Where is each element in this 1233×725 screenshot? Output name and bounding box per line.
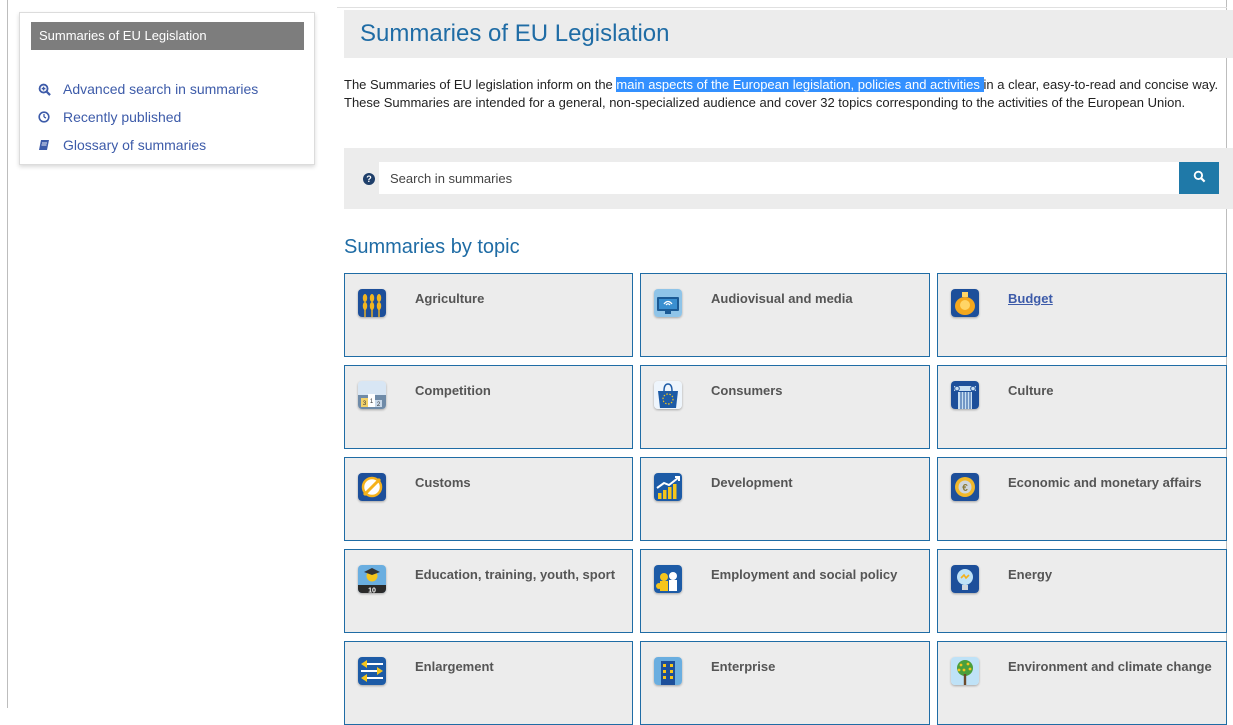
sidebar-item-label[interactable]: Glossary of summaries [63, 137, 206, 153]
intro-text: The Summaries of EU legislation inform o… [344, 77, 617, 92]
energy-icon [951, 565, 979, 593]
sidebar-item-glossary[interactable]: Glossary of summaries [37, 131, 258, 159]
window-top-border [337, 7, 1227, 8]
sidebar-list: Advanced search in summaries Recently pu… [37, 75, 258, 159]
clock-icon [37, 110, 51, 124]
section-title: Summaries by topic [344, 236, 520, 258]
zoom-in-icon [37, 82, 51, 96]
topic-grid: Agriculture Audiovisual and media Budget… [344, 273, 1227, 725]
topic-label[interactable]: Enlargement [415, 659, 494, 674]
competition-icon: 312 [358, 381, 386, 409]
topic-label[interactable]: Economic and monetary affairs [1008, 475, 1202, 490]
sidebar-item-label[interactable]: Advanced search in summaries [63, 81, 258, 97]
topic-tile-agriculture[interactable]: Agriculture [344, 273, 633, 357]
topic-tile-education[interactable]: 10 Education, training, youth, sport [344, 549, 633, 633]
topic-label[interactable]: Competition [415, 383, 491, 398]
topic-label[interactable]: Energy [1008, 567, 1052, 582]
sidebar-item-recently-published[interactable]: Recently published [37, 103, 258, 131]
topic-tile-development[interactable]: Development [640, 457, 930, 541]
topic-label[interactable]: Agriculture [415, 291, 484, 306]
sidebar-header: Summaries of EU Legislation [31, 22, 304, 50]
topic-tile-audiovisual[interactable]: Audiovisual and media [640, 273, 930, 357]
audiovisual-icon [654, 289, 682, 317]
culture-icon [951, 381, 979, 409]
topic-label[interactable]: Environment and climate change [1008, 659, 1212, 674]
topic-tile-customs[interactable]: Customs [344, 457, 633, 541]
topic-tile-enlargement[interactable]: Enlargement [344, 641, 633, 725]
topic-label[interactable]: Development [711, 475, 793, 490]
topic-label[interactable]: Employment and social policy [711, 567, 897, 582]
svg-text:10: 10 [368, 588, 376, 594]
sidebar-item-advanced-search[interactable]: Advanced search in summaries [37, 75, 258, 103]
topic-label[interactable]: Culture [1008, 383, 1054, 398]
svg-text:?: ? [366, 174, 372, 184]
topic-label[interactable]: Enterprise [711, 659, 775, 674]
page-title: Summaries of EU Legislation [360, 20, 670, 47]
agriculture-icon [358, 289, 386, 317]
euro-coin-icon: € [951, 473, 979, 501]
svg-text:€: € [962, 483, 968, 494]
consumers-icon [654, 381, 682, 409]
topic-tile-energy[interactable]: Energy [937, 549, 1227, 633]
topic-tile-consumers[interactable]: Consumers [640, 365, 930, 449]
education-icon: 10 [358, 565, 386, 593]
search-button[interactable] [1179, 162, 1219, 194]
search-icon [1193, 170, 1206, 186]
enterprise-icon [654, 657, 682, 685]
topic-label-link[interactable]: Budget [1008, 291, 1053, 306]
page-title-bar: Summaries of EU Legislation [344, 10, 1233, 58]
topic-label[interactable]: Consumers [711, 383, 783, 398]
topic-tile-enterprise[interactable]: Enterprise [640, 641, 930, 725]
topic-tile-environment[interactable]: Environment and climate change [937, 641, 1227, 725]
environment-icon [951, 657, 979, 685]
employment-icon [654, 565, 682, 593]
topic-tile-budget[interactable]: Budget [937, 273, 1227, 357]
development-icon [654, 473, 682, 501]
topic-tile-economic-monetary[interactable]: € Economic and monetary affairs [937, 457, 1227, 541]
enlargement-icon [358, 657, 386, 685]
topic-label[interactable]: Customs [415, 475, 471, 490]
topic-label[interactable]: Audiovisual and media [711, 291, 853, 306]
sidebar-item-label[interactable]: Recently published [63, 109, 181, 125]
intro-paragraph: The Summaries of EU legislation inform o… [344, 76, 1224, 112]
topic-tile-competition[interactable]: 312 Competition [344, 365, 633, 449]
window-left-border [7, 0, 8, 708]
search-band: ? [344, 148, 1233, 209]
topic-tile-culture[interactable]: Culture [937, 365, 1227, 449]
question-circle-icon[interactable]: ? [363, 172, 375, 185]
budget-icon [951, 289, 979, 317]
search-input[interactable] [379, 162, 1179, 194]
topic-label[interactable]: Education, training, youth, sport [415, 567, 615, 582]
intro-highlighted-text: main aspects of the European legislation… [616, 77, 984, 92]
book-icon [37, 138, 51, 152]
customs-icon [358, 473, 386, 501]
sidebar: Summaries of EU Legislation Advanced sea… [19, 12, 315, 165]
topic-tile-employment[interactable]: Employment and social policy [640, 549, 930, 633]
